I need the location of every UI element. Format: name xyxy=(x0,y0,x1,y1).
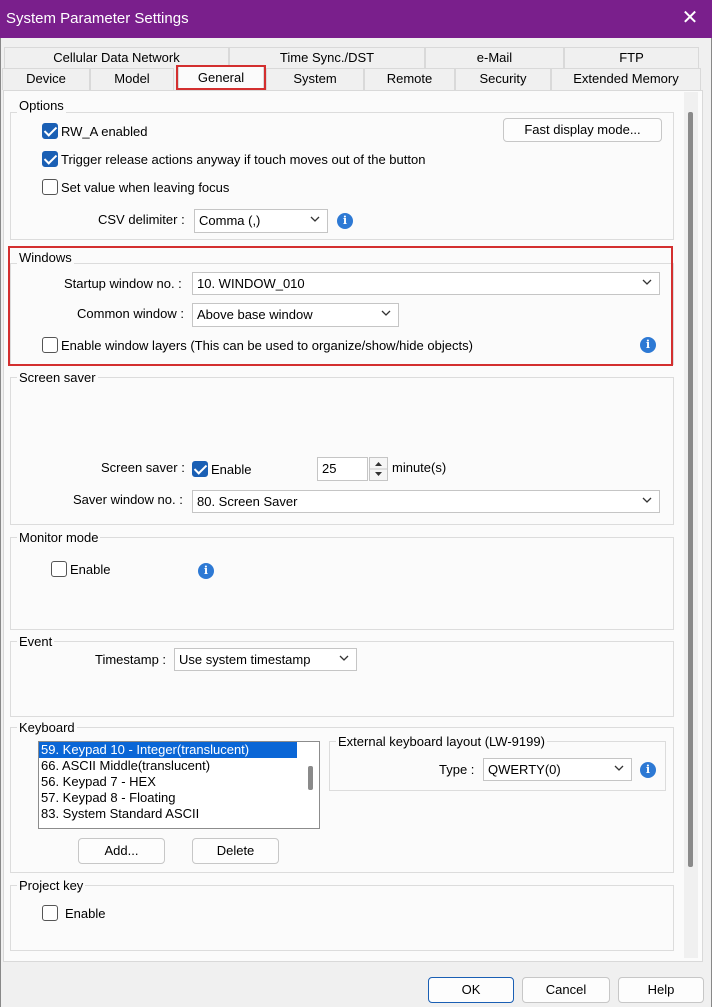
csv-delimiter-value: Comma (,) xyxy=(199,213,261,228)
monitor-enable-label: Enable xyxy=(70,562,111,577)
info-icon[interactable]: i xyxy=(640,762,656,778)
project-key-group xyxy=(10,885,674,951)
tab-extended-memory[interactable]: Extended Memory xyxy=(551,68,701,90)
options-group-label: Options xyxy=(17,98,66,113)
help-button[interactable]: Help xyxy=(618,977,704,1003)
window-layers-checkbox[interactable] xyxy=(42,337,58,353)
keyboard-list-item[interactable]: 83. System Standard ASCII xyxy=(39,806,319,822)
fast-display-mode-button[interactable]: Fast display mode... xyxy=(503,118,662,142)
tab-model[interactable]: Model xyxy=(90,68,174,90)
keyboard-list-scrollbar[interactable] xyxy=(301,742,319,828)
scrollbar-thumb[interactable] xyxy=(688,112,693,867)
csv-delimiter-select[interactable]: Comma (,) xyxy=(194,209,328,233)
tab-security[interactable]: Security xyxy=(455,68,551,90)
info-icon[interactable]: i xyxy=(198,563,214,579)
keyboard-list-item[interactable]: 57. Keypad 8 - Floating xyxy=(39,790,319,806)
set-value-label: Set value when leaving focus xyxy=(61,180,230,195)
keyboard-list-item[interactable]: 56. Keypad 7 - HEX xyxy=(39,774,319,790)
timestamp-value: Use system timestamp xyxy=(179,652,311,667)
window-title: System Parameter Settings xyxy=(6,10,189,27)
title-bar: System Parameter Settings ✕ xyxy=(0,0,712,38)
chevron-down-icon xyxy=(339,655,349,661)
set-value-checkbox[interactable] xyxy=(42,179,58,195)
timestamp-label: Timestamp : xyxy=(95,652,167,667)
keyboard-group-label: Keyboard xyxy=(17,720,77,735)
external-keyboard-label: External keyboard layout (LW-9199) xyxy=(336,734,547,749)
trigger-release-label: Trigger release actions anyway if touch … xyxy=(61,152,426,167)
close-icon[interactable]: ✕ xyxy=(680,7,700,29)
window-layers-label: Enable window layers (This can be used t… xyxy=(61,338,473,353)
keyboard-list[interactable]: 59. Keypad 10 - Integer(translucent) 66.… xyxy=(38,741,320,829)
trigger-release-checkbox[interactable] xyxy=(42,151,58,167)
info-icon[interactable]: i xyxy=(337,213,353,229)
minutes-unit-label: minute(s) xyxy=(392,460,447,475)
timestamp-select[interactable]: Use system timestamp xyxy=(174,648,357,671)
keyboard-type-select[interactable]: QWERTY(0) xyxy=(483,758,632,781)
project-key-enable-checkbox[interactable] xyxy=(42,905,58,921)
startup-window-value: 10. WINDOW_010 xyxy=(197,276,305,291)
monitor-enable-checkbox[interactable] xyxy=(51,561,67,577)
cancel-button[interactable]: Cancel xyxy=(522,977,610,1003)
rw-a-checkbox[interactable] xyxy=(42,123,58,139)
add-keyboard-button[interactable]: Add... xyxy=(78,838,165,864)
tab-general-highlight xyxy=(176,65,266,90)
screen-saver-label: Screen saver : xyxy=(101,460,185,475)
chevron-down-icon xyxy=(381,310,391,316)
tab-system[interactable]: System xyxy=(266,68,364,90)
keyboard-list-item[interactable]: 66. ASCII Middle(translucent) xyxy=(39,758,319,774)
chevron-down-icon xyxy=(642,497,652,503)
common-window-select[interactable]: Above base window xyxy=(192,303,399,327)
screen-saver-enable-label: Enable xyxy=(211,462,252,477)
startup-window-label: Startup window no. : xyxy=(64,276,182,291)
spinner-arrows-icon[interactable] xyxy=(370,458,387,480)
minutes-spinner[interactable] xyxy=(369,457,388,481)
tab-remote[interactable]: Remote xyxy=(364,68,455,90)
chevron-down-icon xyxy=(642,279,652,285)
common-window-value: Above base window xyxy=(197,307,313,322)
rw-a-label: RW_A enabled xyxy=(61,124,148,139)
monitor-mode-group xyxy=(10,537,674,630)
saver-window-select[interactable]: 80. Screen Saver xyxy=(192,490,660,513)
screen-saver-enable-checkbox[interactable] xyxy=(192,461,208,477)
saver-window-label: Saver window no. : xyxy=(73,492,183,507)
tab-email[interactable]: e-Mail xyxy=(425,47,564,69)
tab-device[interactable]: Device xyxy=(2,68,90,90)
project-key-group-label: Project key xyxy=(17,878,86,893)
keyboard-type-value: QWERTY(0) xyxy=(488,762,561,777)
chevron-down-icon xyxy=(310,216,320,222)
keyboard-type-label: Type : xyxy=(439,762,475,777)
keyboard-list-item[interactable]: 59. Keypad 10 - Integer(translucent) xyxy=(39,742,297,758)
csv-delimiter-label: CSV delimiter : xyxy=(98,212,185,227)
event-group-label: Event xyxy=(17,634,55,649)
keyboard-list-scroll-thumb[interactable] xyxy=(308,766,313,790)
project-key-enable-label: Enable xyxy=(65,906,106,921)
startup-window-select[interactable]: 10. WINDOW_010 xyxy=(192,272,660,295)
common-window-label: Common window : xyxy=(77,306,184,321)
monitor-mode-group-label: Monitor mode xyxy=(17,530,101,545)
screen-saver-group-label: Screen saver xyxy=(17,370,98,385)
saver-window-value: 80. Screen Saver xyxy=(197,494,298,509)
chevron-down-icon xyxy=(614,765,624,771)
delete-keyboard-button[interactable]: Delete xyxy=(192,838,279,864)
vertical-scrollbar[interactable] xyxy=(684,92,698,958)
ok-button[interactable]: OK xyxy=(428,977,514,1003)
tab-ftp[interactable]: FTP xyxy=(564,47,699,69)
info-icon[interactable]: i xyxy=(640,337,656,353)
screen-saver-minutes-input[interactable]: 25 xyxy=(317,457,368,481)
